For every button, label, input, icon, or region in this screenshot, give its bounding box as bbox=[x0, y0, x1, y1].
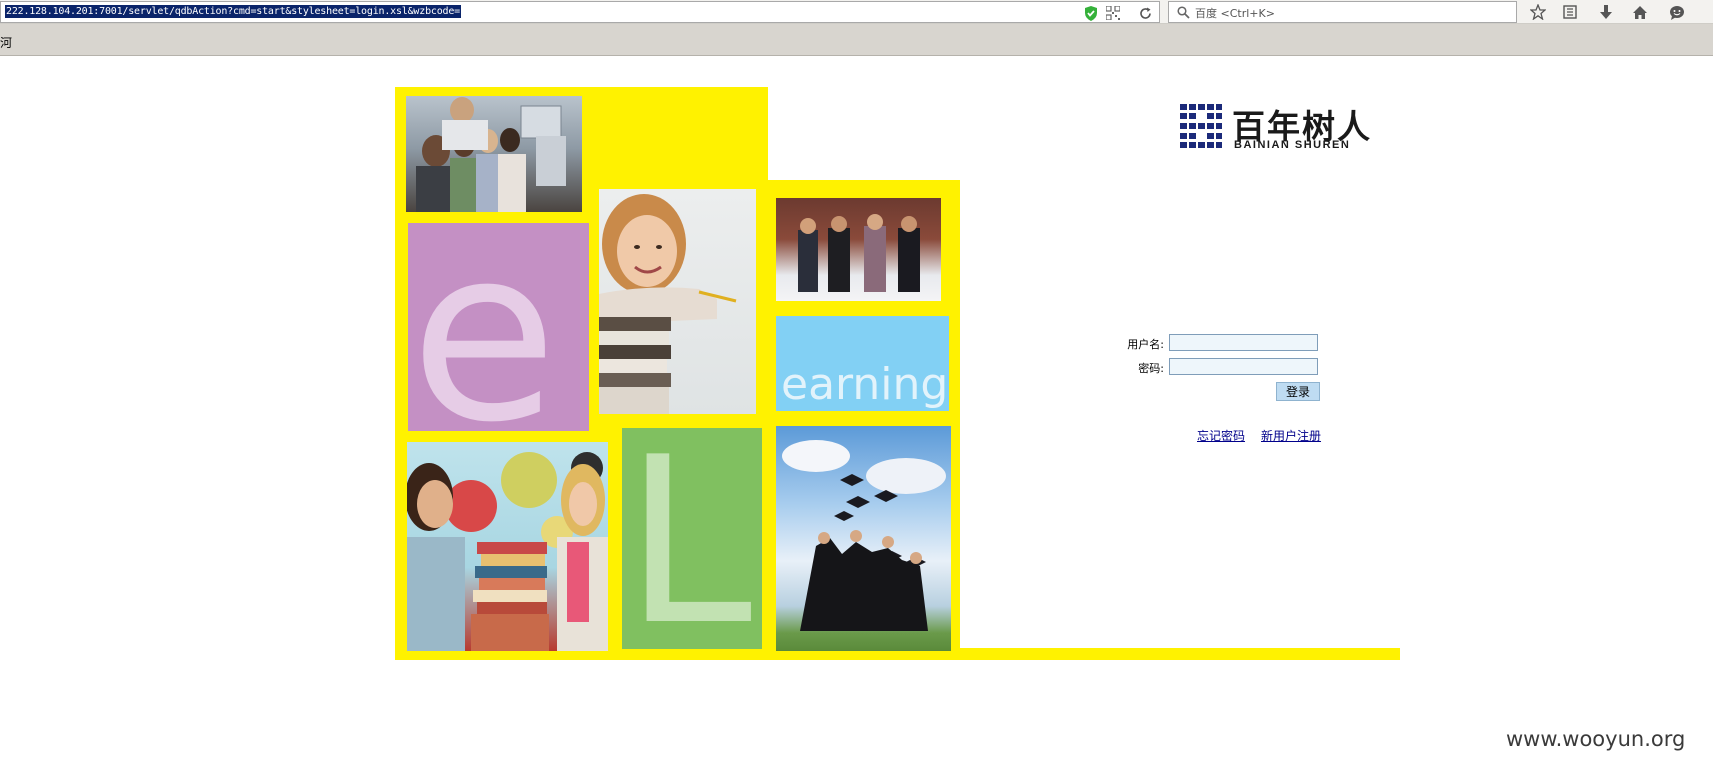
bookmarks-bar: 河 bbox=[0, 24, 1713, 56]
address-bar[interactable]: 222.128.104.201:7001/servlet/qdbAction?c… bbox=[0, 1, 1160, 23]
search-icon bbox=[1175, 4, 1191, 20]
bookmark-star-icon[interactable] bbox=[1528, 3, 1548, 21]
photo-woman-books bbox=[599, 189, 756, 414]
login-button[interactable]: 登录 bbox=[1276, 382, 1320, 401]
photo-teens-books bbox=[407, 442, 608, 651]
earning-tile: earning bbox=[776, 316, 949, 411]
search-placeholder: 百度 <Ctrl+K> bbox=[1195, 7, 1275, 20]
browser-toolbar: 222.128.104.201:7001/servlet/qdbAction?c… bbox=[0, 0, 1713, 24]
url-text[interactable]: 222.128.104.201:7001/servlet/qdbAction?c… bbox=[5, 5, 461, 18]
bookmark-item[interactable]: 河 bbox=[0, 34, 12, 51]
register-link[interactable]: 新用户注册 bbox=[1261, 427, 1321, 444]
forgot-password-link[interactable]: 忘记密码 bbox=[1197, 427, 1245, 444]
download-icon[interactable] bbox=[1596, 3, 1616, 21]
watermark: www.wooyun.org bbox=[1506, 727, 1686, 751]
qr-code-icon[interactable] bbox=[1105, 5, 1121, 21]
yellow-bottom-bar bbox=[960, 648, 1400, 660]
password-label: 密码: bbox=[1138, 362, 1164, 375]
letter-l: L bbox=[624, 428, 753, 649]
home-icon[interactable] bbox=[1630, 3, 1650, 21]
username-input[interactable] bbox=[1169, 334, 1318, 351]
reload-icon[interactable] bbox=[1137, 5, 1153, 21]
letter-e-tile: e bbox=[408, 223, 589, 431]
chat-icon[interactable] bbox=[1667, 3, 1687, 21]
photo-computer-class bbox=[406, 96, 582, 212]
shield-icon[interactable] bbox=[1083, 5, 1099, 21]
password-input[interactable] bbox=[1169, 358, 1318, 375]
photo-graduates bbox=[776, 426, 951, 651]
letter-l-tile: L bbox=[622, 428, 762, 649]
search-bar[interactable]: 百度 <Ctrl+K> bbox=[1168, 1, 1517, 23]
reading-list-icon[interactable] bbox=[1560, 3, 1580, 21]
logo-english-name: BAINIAN SHUREN bbox=[1234, 139, 1351, 151]
bainian-logo-icon bbox=[1180, 104, 1222, 148]
earning-word: earning bbox=[781, 359, 949, 410]
username-label: 用户名: bbox=[1127, 338, 1164, 351]
photo-students-walking bbox=[776, 198, 941, 301]
letter-e: e bbox=[410, 223, 558, 431]
